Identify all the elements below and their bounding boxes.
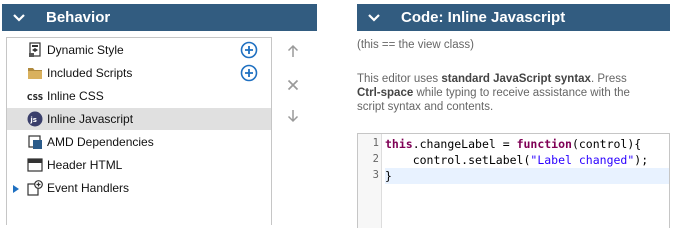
delete-icon xyxy=(287,78,299,96)
code-header[interactable]: Code: Inline Javascript xyxy=(357,4,670,31)
line-number: 3 xyxy=(372,169,379,181)
panel-title: Code: Inline Javascript xyxy=(401,9,566,26)
line-number: 2 xyxy=(372,153,379,165)
tree-item-label: Inline Javascript xyxy=(47,112,134,126)
tree-item-event-handlers[interactable]: Event Handlers xyxy=(7,177,271,199)
add-dynamic-style-button[interactable] xyxy=(240,41,258,59)
tree-item-inline-css[interactable]: CSS Inline CSS xyxy=(7,85,271,107)
tree-item-label: AMD Dependencies xyxy=(47,135,154,149)
scope-note: (this == the view class) xyxy=(357,39,474,51)
tree-item-label: Inline CSS xyxy=(47,89,104,103)
move-up-icon xyxy=(287,44,299,63)
tree-item-header-html[interactable]: Header HTML xyxy=(7,154,271,176)
header-html-icon xyxy=(27,157,43,173)
tree-item-dynamic-style[interactable]: Dynamic Style xyxy=(7,39,271,61)
code-line-active[interactable]: } xyxy=(385,168,669,184)
move-down-icon xyxy=(287,109,299,128)
dynamic-style-icon xyxy=(27,42,43,58)
javascript-icon: js xyxy=(27,111,43,127)
folder-icon xyxy=(27,65,43,81)
move-up-button[interactable] xyxy=(282,42,304,64)
tree-item-inline-javascript[interactable]: js Inline Javascript xyxy=(7,108,271,130)
editor-help-text: This editor uses standard JavaScript syn… xyxy=(357,73,630,113)
syntax-name: standard JavaScript syntax xyxy=(441,73,591,85)
add-included-script-button[interactable] xyxy=(240,64,258,82)
line-number-gutter: 1 2 3 xyxy=(358,134,382,228)
css-icon: CSS xyxy=(27,88,43,104)
panel-title: Behavior xyxy=(46,9,111,26)
expand-arrow-icon[interactable] xyxy=(12,183,20,193)
tree-item-amd-dependencies[interactable]: AMD Dependencies xyxy=(7,131,271,153)
code-editor[interactable]: 1 2 3 this.changeLabel = function(contro… xyxy=(357,133,670,228)
tree-item-label: Included Scripts xyxy=(47,66,133,80)
line-number: 1 xyxy=(372,137,379,149)
svg-text:CSS: CSS xyxy=(27,93,43,102)
code-line[interactable]: control.setLabel("Label changed"); xyxy=(385,152,669,168)
tree-item-label: Event Handlers xyxy=(47,181,130,195)
chevron-down-icon[interactable] xyxy=(6,13,32,22)
chevron-down-icon[interactable] xyxy=(361,13,387,22)
svg-text:js: js xyxy=(29,116,37,124)
tree-item-included-scripts[interactable]: Included Scripts xyxy=(7,62,271,84)
shortcut-key: Ctrl-space xyxy=(357,87,414,99)
tree-item-label: Dynamic Style xyxy=(47,43,124,57)
behavior-header[interactable]: Behavior xyxy=(2,4,317,31)
code-line[interactable]: this.changeLabel = function(control){ xyxy=(385,136,669,152)
behavior-tree: Dynamic Style Included Scripts CSS Inlin… xyxy=(6,37,272,225)
event-handlers-icon xyxy=(27,180,43,196)
move-down-button[interactable] xyxy=(282,107,304,129)
amd-icon xyxy=(27,134,43,150)
delete-button[interactable] xyxy=(282,76,304,98)
tree-item-label: Header HTML xyxy=(47,158,123,172)
